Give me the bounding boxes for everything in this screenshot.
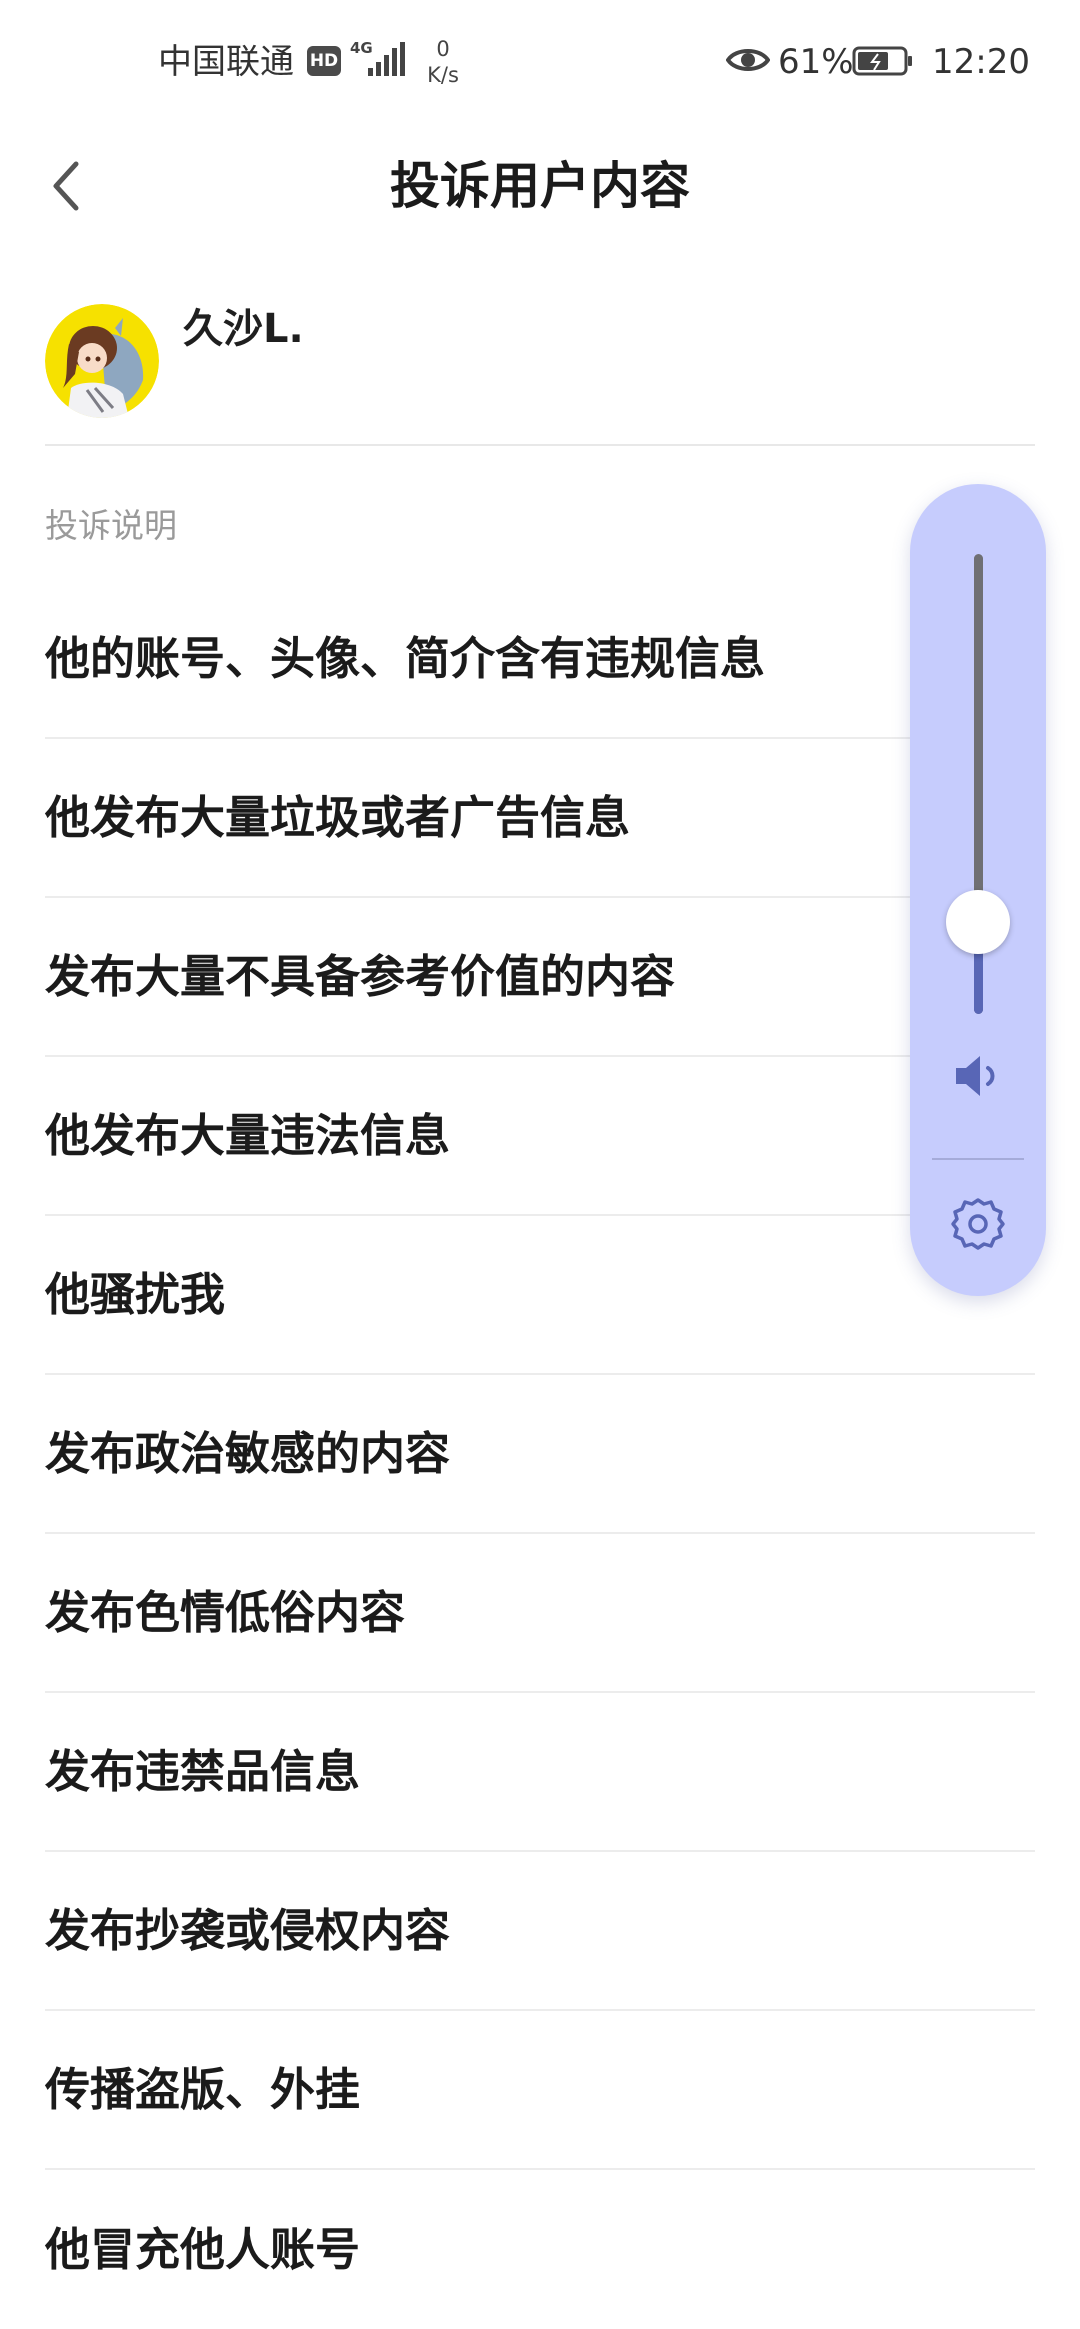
reason-item[interactable]: 传播盗版、外挂 bbox=[45, 2011, 1035, 2170]
reason-label: 他冒充他人账号 bbox=[45, 2222, 361, 2276]
reason-item[interactable]: 发布抄袭或侵权内容 bbox=[45, 1852, 1035, 2011]
network-speed: 0 K/s bbox=[418, 36, 468, 88]
gear-icon[interactable] bbox=[948, 1194, 1008, 1254]
reason-item[interactable]: 他冒充他人账号 bbox=[45, 2170, 1035, 2329]
signal-icon bbox=[368, 42, 405, 76]
reason-label: 他发布大量违法信息 bbox=[45, 1108, 451, 1162]
reason-label: 发布抄袭或侵权内容 bbox=[45, 1903, 451, 1957]
network-speed-value: 0 bbox=[436, 37, 450, 61]
network-speed-unit: K/s bbox=[427, 63, 459, 87]
hd-icon: HD bbox=[307, 46, 341, 76]
battery-icon bbox=[852, 46, 912, 76]
reason-item[interactable]: 发布政治敏感的内容 bbox=[45, 1375, 1035, 1534]
status-bar: 中国联通 HD 4G 0 K/s 61% 12:20 bbox=[0, 0, 1080, 126]
chevron-left-icon bbox=[53, 161, 79, 211]
reported-user: 久沙L. bbox=[45, 296, 1035, 446]
username: 久沙L. bbox=[183, 306, 304, 352]
eye-icon bbox=[726, 49, 770, 71]
section-label: 投诉说明 bbox=[45, 506, 177, 545]
battery-percent: 61% bbox=[778, 42, 854, 82]
reason-label: 他的账号、头像、简介含有违规信息 bbox=[45, 631, 766, 685]
reason-item[interactable]: 发布色情低俗内容 bbox=[45, 1534, 1035, 1693]
reason-item[interactable]: 发布违禁品信息 bbox=[45, 1693, 1035, 1852]
app-header: 投诉用户内容 bbox=[0, 126, 1080, 246]
reason-label: 传播盗版、外挂 bbox=[45, 2062, 361, 2116]
reason-item[interactable]: 他发布大量违法信息 bbox=[45, 1057, 1035, 1216]
page-title: 投诉用户内容 bbox=[390, 157, 690, 215]
carrier-name: 中国联通 bbox=[158, 42, 294, 82]
volume-panel bbox=[910, 484, 1046, 1296]
reason-label: 发布色情低俗内容 bbox=[45, 1585, 406, 1639]
reason-item[interactable]: 发布大量不具备参考价值的内容 bbox=[45, 898, 1035, 1057]
reason-item[interactable]: 他的账号、头像、简介含有违规信息 bbox=[45, 580, 1035, 739]
reason-label: 发布政治敏感的内容 bbox=[45, 1426, 451, 1480]
clock: 12:20 bbox=[932, 42, 1030, 82]
reason-label: 他骚扰我 bbox=[45, 1267, 226, 1321]
reason-label: 他发布大量垃圾或者广告信息 bbox=[45, 790, 631, 844]
volume-divider bbox=[932, 1158, 1024, 1160]
reason-label: 发布违禁品信息 bbox=[45, 1744, 361, 1798]
speaker-icon[interactable] bbox=[952, 1050, 1004, 1102]
avatar[interactable] bbox=[45, 304, 159, 418]
reason-label: 发布大量不具备参考价值的内容 bbox=[45, 949, 676, 1003]
reason-item[interactable]: 他骚扰我 bbox=[45, 1216, 1035, 1375]
report-reason-list: 他的账号、头像、简介含有违规信息 他发布大量垃圾或者广告信息 发布大量不具备参考… bbox=[45, 580, 1035, 2329]
volume-slider-knob[interactable] bbox=[946, 890, 1010, 954]
reason-item[interactable]: 他发布大量垃圾或者广告信息 bbox=[45, 739, 1035, 898]
back-button[interactable] bbox=[30, 150, 102, 222]
